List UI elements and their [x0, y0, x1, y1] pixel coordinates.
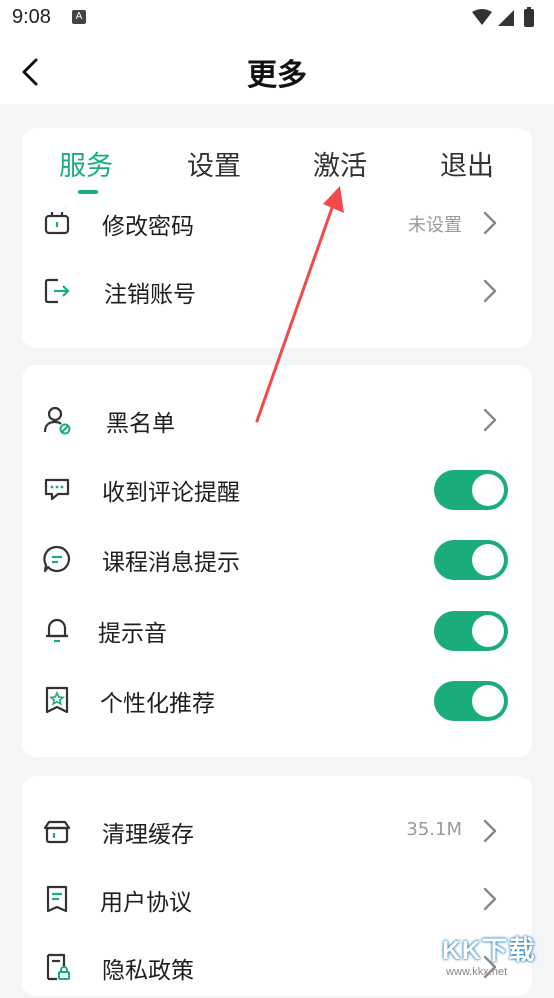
chevron-right-icon — [483, 819, 497, 843]
row-user-agreement[interactable]: 用户协议 — [22, 870, 532, 930]
row-course-message: 课程消息提示 — [22, 530, 532, 590]
row-value: 35.1M — [406, 819, 462, 840]
row-label: 修改密码 — [102, 214, 194, 240]
tab-logout[interactable]: 退出 — [440, 144, 494, 183]
toggle-knob — [472, 474, 504, 506]
toggle-knob — [472, 544, 504, 576]
watermark-logo: KK下载 www.kkx.net — [438, 930, 548, 984]
phone-lock-icon — [44, 212, 70, 235]
row-comment-alert: 收到评论提醒 — [22, 460, 532, 520]
chevron-right-icon — [483, 887, 497, 911]
notification-icon: A — [72, 10, 86, 24]
tab-service[interactable]: 服务 — [59, 144, 113, 183]
privacy-icon — [46, 953, 70, 981]
toggle-knob — [472, 615, 504, 647]
row-label: 课程消息提示 — [102, 550, 240, 576]
tab-bar: 服务 设置 激活 退出 — [22, 128, 532, 204]
status-bar: 9:08 A — [0, 0, 554, 36]
chevron-right-icon — [483, 279, 497, 303]
course-message-toggle[interactable] — [434, 540, 508, 580]
row-delete-account[interactable]: 注销账号 — [22, 262, 532, 322]
row-value: 未设置 — [408, 215, 462, 236]
document-icon — [46, 885, 68, 913]
comment-icon — [44, 478, 70, 501]
tab-activate[interactable]: 激活 — [313, 144, 367, 183]
row-blacklist[interactable]: 黑名单 — [22, 391, 532, 451]
row-label: 清理缓存 — [102, 822, 194, 848]
star-bookmark-icon — [45, 686, 69, 714]
watermark-text: KK下载 — [442, 935, 536, 965]
account-card: 服务 设置 激活 退出 修改密码 未设置 注销账号 — [22, 128, 532, 348]
watermark-url: www.kkx.net — [446, 966, 508, 978]
row-change-password[interactable]: 修改密码 未设置 — [22, 194, 532, 254]
chevron-right-icon — [483, 211, 497, 235]
nav-bar: 更多 — [0, 36, 554, 104]
status-time: 9:08 — [12, 6, 51, 28]
broom-icon — [43, 820, 71, 844]
row-label: 注销账号 — [104, 282, 196, 308]
row-label: 隐私政策 — [102, 958, 194, 984]
chevron-right-icon — [483, 408, 497, 432]
message-icon — [43, 545, 71, 573]
user-block-icon — [43, 406, 71, 435]
row-label: 黑名单 — [106, 411, 175, 437]
page-title: 更多 — [247, 58, 307, 93]
toggle-knob — [472, 685, 504, 717]
notify-card: 黑名单 收到评论提醒 课程消息提示 提示音 个性化推荐 — [22, 365, 532, 757]
row-label: 个性化推荐 — [100, 691, 215, 717]
sound-toggle[interactable] — [434, 611, 508, 651]
signal-battery-icon — [472, 7, 534, 27]
personalized-toggle[interactable] — [434, 681, 508, 721]
row-personalized: 个性化推荐 — [22, 671, 532, 731]
row-sound: 提示音 — [22, 601, 532, 661]
tab-settings[interactable]: 设置 — [187, 144, 241, 183]
row-label: 提示音 — [98, 621, 167, 647]
row-label: 用户协议 — [100, 890, 192, 916]
comment-alert-toggle[interactable] — [434, 470, 508, 510]
row-clear-cache[interactable]: 清理缓存 35.1M — [22, 802, 532, 862]
row-label: 收到评论提醒 — [102, 480, 240, 506]
bell-icon — [46, 618, 68, 643]
logout-icon — [44, 278, 70, 304]
